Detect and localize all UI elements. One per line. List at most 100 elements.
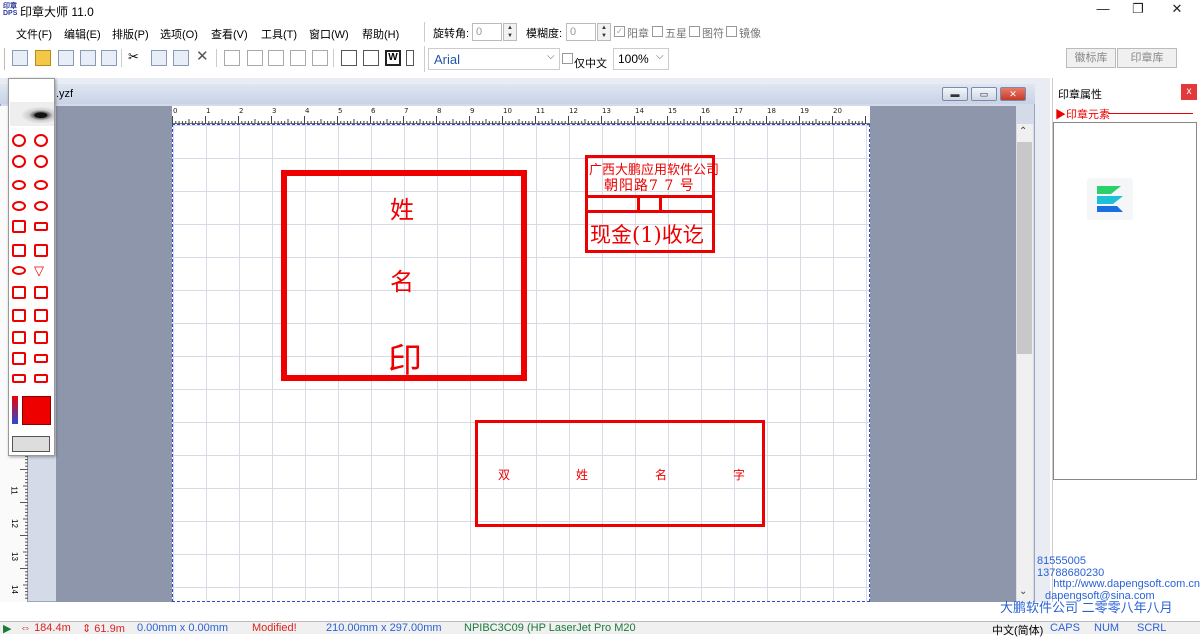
double-name-stamp[interactable] <box>475 420 765 527</box>
menu-layout[interactable]: 排版(P) <box>112 26 149 42</box>
align-bottom-icon[interactable] <box>312 50 328 66</box>
color-gradient-icon[interactable] <box>12 396 18 424</box>
oval-stamp-icon[interactable] <box>12 180 26 190</box>
round-emblem-stamp-icon[interactable] <box>34 134 48 147</box>
scrollbar-thumb[interactable] <box>1017 142 1032 354</box>
save-icon[interactable] <box>58 50 74 66</box>
round-text-stamp-icon[interactable] <box>34 155 48 168</box>
new-icon[interactable] <box>12 50 28 66</box>
stamp-divider <box>659 195 662 213</box>
stamp-char: 印 <box>388 341 422 381</box>
chinese-only-checkbox[interactable] <box>562 53 573 64</box>
split-grid-stamp-icon[interactable] <box>34 286 48 299</box>
doc-minimize-button[interactable]: ▬ <box>942 87 968 101</box>
pattern-checkbox[interactable] <box>689 26 700 37</box>
chevron-down-icon: ⌵ <box>656 51 664 62</box>
align-top-icon[interactable] <box>290 50 306 66</box>
delete-icon[interactable]: ✕ <box>196 49 212 66</box>
round-stamp-icon[interactable] <box>12 155 26 168</box>
cut-icon[interactable]: ✂ <box>128 50 144 66</box>
blur-input[interactable]: 0 <box>566 23 596 41</box>
tab-stamp-library[interactable]: 印章库 <box>1117 48 1177 68</box>
wide-grid-stamp-icon[interactable] <box>34 354 48 363</box>
element-list[interactable] <box>1053 122 1197 480</box>
row-grid-stamp-icon[interactable] <box>12 331 26 344</box>
export-image-icon[interactable] <box>341 50 357 66</box>
star-checkbox[interactable] <box>652 26 663 37</box>
stamp-elements-section: ▶印章元素 <box>1055 109 1110 121</box>
cross-grid-stamp-icon[interactable] <box>34 309 48 322</box>
align-right-icon[interactable] <box>268 50 284 66</box>
scroll-up-icon[interactable]: ⌃ <box>1019 126 1027 137</box>
bar-grid-stamp-icon[interactable] <box>34 374 48 383</box>
menu-window[interactable]: 窗口(W) <box>309 26 349 42</box>
oval-text-stamp-icon[interactable] <box>34 180 48 190</box>
rect-stamp-icon[interactable] <box>34 222 48 231</box>
mirror-checkbox[interactable] <box>726 26 737 37</box>
column-grid-stamp-icon[interactable] <box>34 331 48 344</box>
word-icon[interactable]: W <box>385 50 401 66</box>
copy-icon[interactable] <box>151 50 167 66</box>
status-page-size: 210.00mm x 297.00mm <box>326 622 442 634</box>
three-grid-stamp-icon[interactable] <box>12 309 26 322</box>
tab-logo-library[interactable]: 徽标库 <box>1066 48 1116 68</box>
round-star-stamp-icon[interactable] <box>12 134 26 147</box>
color-swatch[interactable] <box>22 396 51 425</box>
ruler-label: 15 <box>668 107 677 115</box>
oval-line-stamp-icon[interactable] <box>12 201 26 211</box>
menu-view[interactable]: 查看(V) <box>211 26 248 42</box>
rotation-input[interactable]: 0 <box>472 23 502 41</box>
doc-close-button[interactable]: ✕ <box>1000 87 1026 101</box>
ruler-label: 3 <box>272 107 276 115</box>
square-stamp-icon[interactable] <box>12 244 26 257</box>
menu-file[interactable]: 文件(F) <box>16 26 52 42</box>
doc-restore-button[interactable]: ▭ <box>971 87 997 101</box>
four-grid-stamp-icon[interactable] <box>12 286 26 299</box>
stamp-char: 姓 <box>390 196 414 224</box>
header-grid-stamp-icon[interactable] <box>12 352 26 365</box>
panel-close-button[interactable]: x <box>1181 84 1197 100</box>
open-icon[interactable] <box>35 50 51 66</box>
status-caps: CAPS <box>1050 622 1080 634</box>
eye-icon[interactable] <box>10 102 54 126</box>
y-value: 61.9m <box>94 623 125 635</box>
menu-bar: 文件(F) 编辑(E) 排版(P) 选项(O) 查看(V) 工具(T) 窗口(W… <box>0 20 420 44</box>
menu-edit[interactable]: 编辑(E) <box>64 26 101 42</box>
ruler-label: 13 <box>602 107 611 115</box>
blur-spinner[interactable]: ▲ ▼ <box>597 23 611 41</box>
menu-options[interactable]: 选项(O) <box>160 26 198 42</box>
align-center-icon[interactable] <box>224 50 240 66</box>
zoom-select[interactable]: 100% ⌵ <box>613 48 669 70</box>
menu-help[interactable]: 帮助(H) <box>362 26 399 42</box>
font-select[interactable]: Arial ⌵ <box>428 48 560 70</box>
rotation-spinner[interactable]: ▲ ▼ <box>503 23 517 41</box>
ruler-label: 14 <box>635 107 644 115</box>
print-preview-icon[interactable] <box>80 50 96 66</box>
toolbar-grip <box>4 48 5 70</box>
website-link[interactable]: http://www.dapengsoft.com.cn <box>1000 578 1200 591</box>
more-tools-icon[interactable] <box>406 50 414 66</box>
align-left-icon[interactable] <box>247 50 263 66</box>
scan-icon[interactable] <box>363 50 379 66</box>
menu-tools[interactable]: 工具(T) <box>261 26 297 42</box>
printer-settings-icon[interactable] <box>12 436 50 452</box>
yang-checkbox[interactable]: ✓ <box>614 26 625 37</box>
triangle-stamp-icon[interactable]: ▽ <box>34 264 44 277</box>
square-grid-stamp-icon[interactable] <box>12 220 26 233</box>
print-icon[interactable] <box>101 50 117 66</box>
rotation-label: 旋转角: <box>433 28 470 40</box>
company-credit: 大鹏软件公司 二零零八年八月 <box>1000 600 1173 615</box>
oval-double-stamp-icon[interactable] <box>34 201 48 211</box>
app-brand-logo-icon <box>1087 178 1133 220</box>
bar-stamp-icon[interactable] <box>12 374 26 383</box>
chevron-down-icon: ⌵ <box>547 51 555 62</box>
stamp-char: 姓 <box>576 468 589 482</box>
ruler-label: 2 <box>239 107 243 115</box>
toolbar-separator <box>424 46 425 72</box>
ruler-label: 6 <box>371 107 376 115</box>
close-button[interactable]: ✕ <box>1154 0 1200 20</box>
paste-icon[interactable] <box>173 50 189 66</box>
diamond-stamp-icon[interactable] <box>12 266 26 275</box>
square-frame-stamp-icon[interactable] <box>34 244 48 257</box>
panel-title: 印章属性 <box>1058 89 1102 101</box>
